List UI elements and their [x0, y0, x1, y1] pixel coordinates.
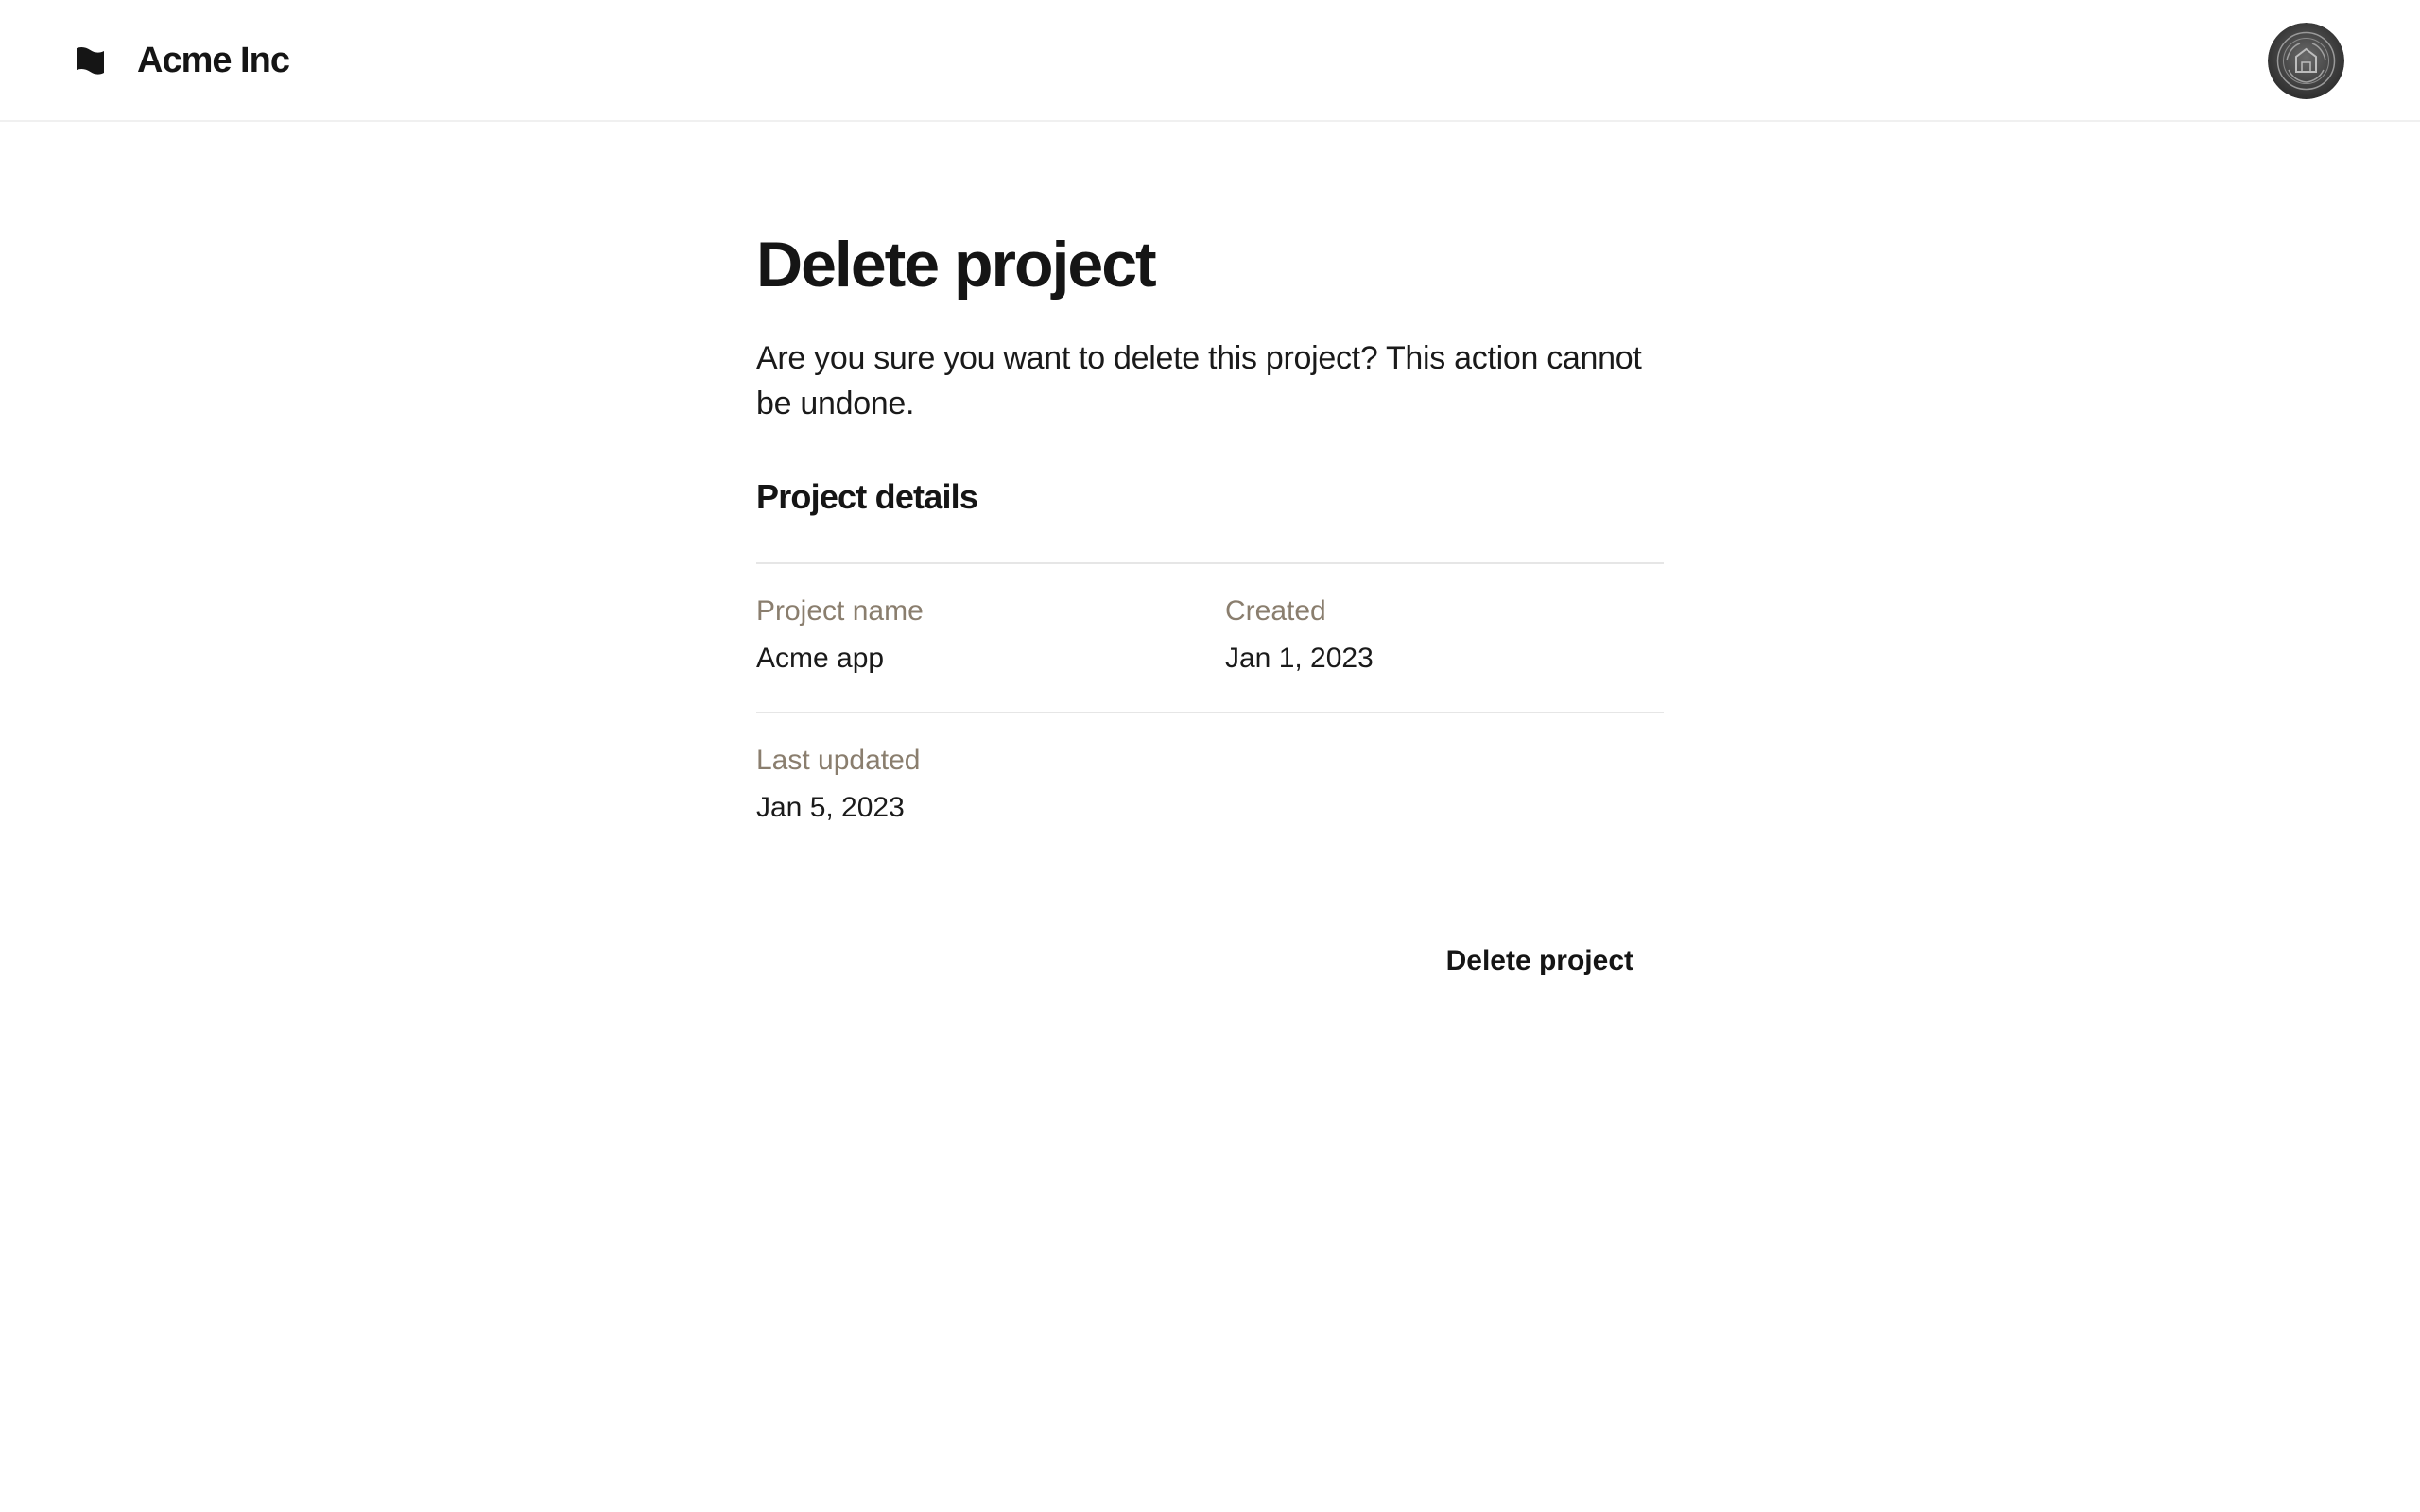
details-row: Project name Acme app Created Jan 1, 202… [756, 564, 1664, 713]
detail-project-name: Project name Acme app [756, 593, 1225, 712]
delete-project-button[interactable]: Delete project [1416, 931, 1664, 991]
detail-label: Last updated [756, 745, 921, 776]
actions-bar: Delete project [756, 931, 1664, 991]
delete-project-panel: Delete project Are you sure you want to … [756, 213, 1664, 863]
detail-value: Jan 5, 2023 [756, 792, 905, 823]
top-bar: Acme Inc [0, 0, 2420, 122]
brand-name: Acme Inc [137, 40, 290, 80]
confirmation-message: Are you sure you want to delete this pro… [756, 340, 1642, 421]
detail-created: Created Jan 1, 2023 [1225, 593, 1664, 712]
section-title: Project details [756, 477, 978, 516]
brand[interactable]: Acme Inc [76, 28, 290, 93]
details-row: Last updated Jan 5, 2023 [756, 713, 1664, 863]
detail-label: Created [1225, 595, 1326, 627]
detail-last-updated: Last updated Jan 5, 2023 [756, 742, 1225, 863]
flag-icon [76, 46, 105, 76]
detail-value: Acme app [756, 643, 885, 674]
detail-value: Jan 1, 2023 [1225, 643, 1374, 674]
project-details: Project name Acme app Created Jan 1, 202… [756, 562, 1664, 863]
detail-label: Project name [756, 595, 924, 627]
page-title: Delete project [756, 229, 1157, 301]
user-avatar[interactable] [2268, 23, 2344, 99]
